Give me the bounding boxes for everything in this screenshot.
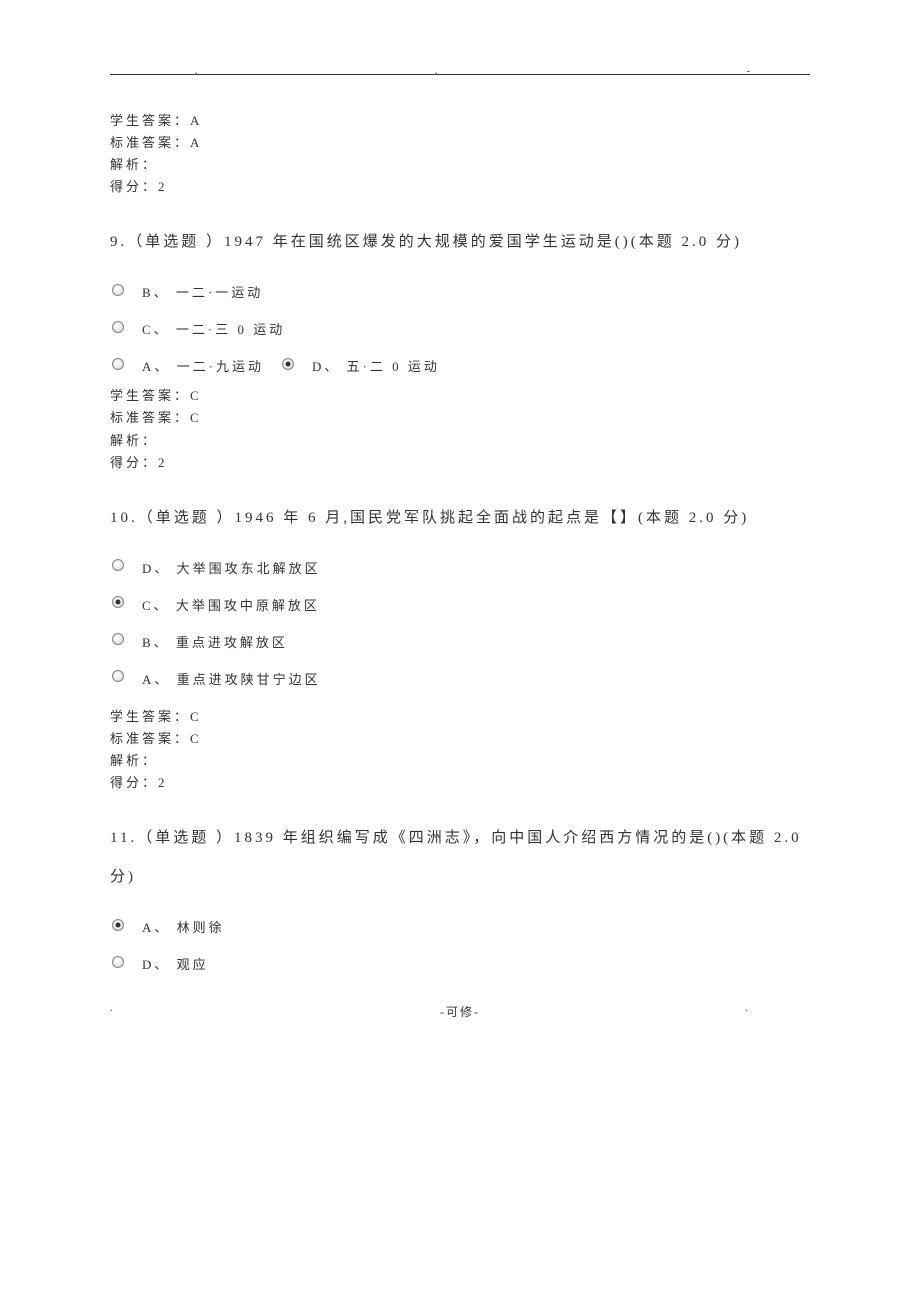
q10-option-b-text: B、 重点进攻解放区	[142, 632, 288, 651]
q9-score: 得分：2	[110, 452, 810, 474]
q9-stem: 9.（单选题 ）1947 年在国统区爆发的大规模的爱国学生运动是()(本题 2.…	[110, 223, 810, 262]
q8-analysis: 解析：	[110, 154, 810, 176]
q11-option-a[interactable]: A、 林则徐	[110, 917, 810, 936]
document-page: . . - 学生答案：A 标准答案：A 解析： 得分：2 9.（单选题 ）194…	[0, 0, 920, 1060]
q9-option-b-text: B、 一二·一运动	[142, 282, 263, 301]
q10-option-d-text: D、 大举围攻东北解放区	[142, 558, 321, 577]
q9-option-a[interactable]: A、 一二·九运动	[112, 356, 264, 375]
q10-stem: 10.（单选题 ）1946 年 6 月,国民党军队挑起全面战的起点是【】(本题 …	[110, 499, 810, 538]
q11-option-d[interactable]: D、 观应	[110, 954, 810, 973]
q10-answer-block: 学生答案：C 标准答案：C 解析： 得分：2	[110, 706, 810, 794]
q9-student-answer: 学生答案：C	[110, 385, 810, 407]
radio-icon[interactable]	[282, 358, 294, 370]
q10-option-d[interactable]: D、 大举围攻东北解放区	[110, 558, 810, 577]
q8-student-answer: 学生答案：A	[110, 110, 810, 132]
radio-icon[interactable]	[112, 670, 124, 682]
q9-option-b[interactable]: B、 一二·一运动	[110, 282, 810, 301]
q9-standard-answer: 标准答案：C	[110, 407, 810, 429]
q9-option-c-text: C、 一二·三 0 运动	[142, 319, 285, 338]
q10-student-answer: 学生答案：C	[110, 706, 810, 728]
q10-option-a[interactable]: A、 重点进攻陕甘宁边区	[110, 669, 810, 688]
q9-answer-block: 学生答案：C 标准答案：C 解析： 得分：2	[110, 385, 810, 473]
radio-icon[interactable]	[112, 956, 124, 968]
q10-analysis: 解析：	[110, 750, 810, 772]
q10-score: 得分：2	[110, 772, 810, 794]
q11-stem: 11.（单选题 ）1839 年组织编写成《四洲志》，向中国人介绍西方情况的是()…	[110, 819, 810, 897]
header-mark-mid: .	[435, 66, 438, 77]
header-rule: . . -	[110, 60, 810, 75]
footer-text: -可修-	[440, 1005, 480, 1019]
q11-option-a-text: A、 林则徐	[142, 917, 225, 936]
radio-icon[interactable]	[112, 596, 124, 608]
q9-option-c[interactable]: C、 一二·三 0 运动	[110, 319, 810, 338]
radio-icon[interactable]	[112, 358, 124, 370]
q10-standard-answer: 标准答案：C	[110, 728, 810, 750]
radio-icon[interactable]	[112, 559, 124, 571]
radio-icon[interactable]	[112, 321, 124, 333]
q10-option-c[interactable]: C、 大举围攻中原解放区	[110, 595, 810, 614]
q8-score: 得分：2	[110, 176, 810, 198]
footer-mark-left: .	[110, 1003, 115, 1014]
q9-option-d-text: D、 五·二 0 运动	[312, 356, 440, 375]
q10-option-b[interactable]: B、 重点进攻解放区	[110, 632, 810, 651]
header-mark-right: -	[747, 66, 750, 77]
radio-icon[interactable]	[112, 919, 124, 931]
footer-mark-right: .	[746, 1003, 751, 1014]
radio-icon[interactable]	[112, 633, 124, 645]
q9-option-a-text: A、 一二·九运动	[142, 356, 264, 375]
q10-option-a-text: A、 重点进攻陕甘宁边区	[142, 669, 321, 688]
q9-analysis: 解析：	[110, 430, 810, 452]
header-mark-left: .	[195, 66, 198, 77]
radio-icon[interactable]	[112, 284, 124, 296]
page-footer: . -可修- .	[110, 1003, 810, 1020]
q8-answer-block: 学生答案：A 标准答案：A 解析： 得分：2	[110, 110, 810, 198]
q8-standard-answer: 标准答案：A	[110, 132, 810, 154]
q9-option-d[interactable]: D、 五·二 0 运动	[282, 356, 440, 375]
q11-option-d-text: D、 观应	[142, 954, 209, 973]
q9-option-row-ad: A、 一二·九运动 D、 五·二 0 运动	[110, 356, 810, 375]
q10-option-c-text: C、 大举围攻中原解放区	[142, 595, 320, 614]
